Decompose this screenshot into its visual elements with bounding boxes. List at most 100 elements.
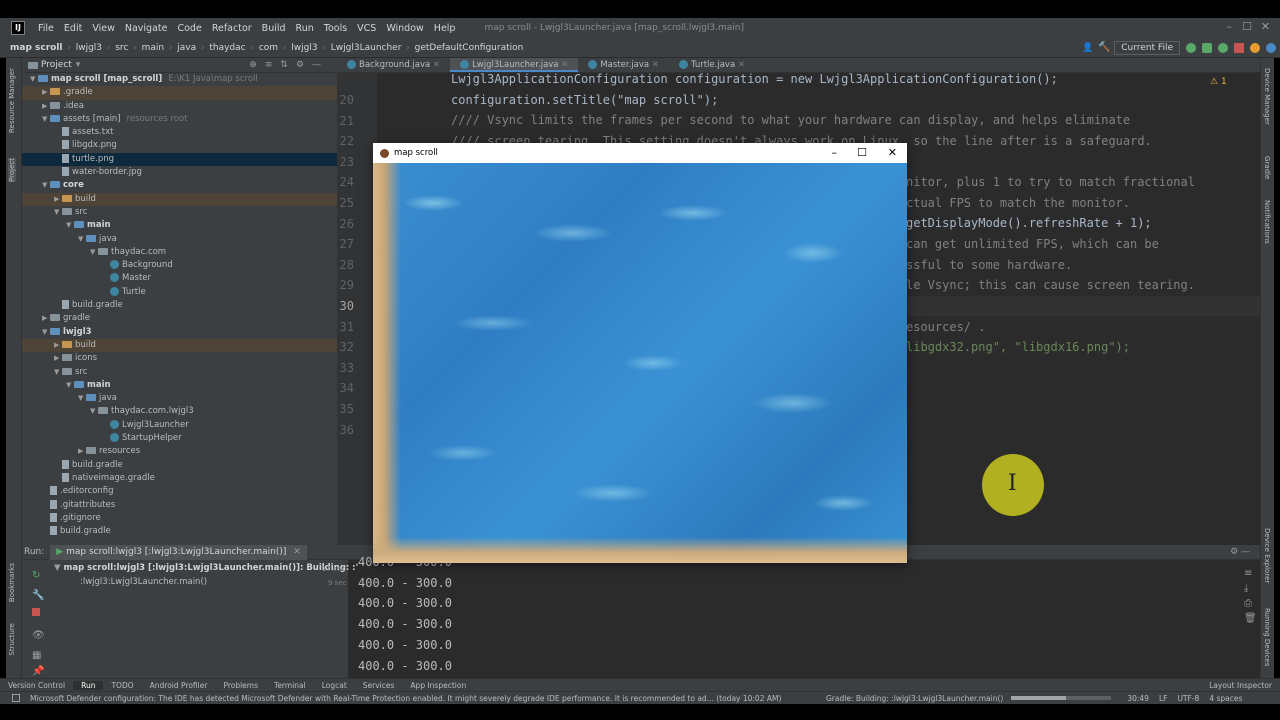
breadcrumb-item[interactable]: com — [257, 43, 280, 53]
tree-item[interactable]: build.gradle — [22, 525, 337, 538]
game-minimize-icon[interactable]: – — [832, 146, 838, 159]
tree-item[interactable]: ▼ src — [22, 206, 337, 219]
menu-item-help[interactable]: Help — [429, 23, 461, 34]
breadcrumb-item[interactable]: lwjgl3 — [74, 43, 104, 53]
breadcrumb-item[interactable]: lwjgl3 — [289, 43, 319, 53]
code-line[interactable]: le Vsync; this can cause screen tearing. — [906, 278, 1195, 292]
game-close-icon[interactable]: ✕ — [888, 146, 897, 159]
bookmarks-tab[interactable]: Bookmarks — [8, 563, 16, 602]
profile-icon[interactable] — [1218, 43, 1228, 53]
warning-indicator[interactable]: ⚠ 1 — [1210, 77, 1227, 87]
tree-item[interactable]: .editorconfig — [22, 485, 337, 498]
chevron-down-icon[interactable]: ▼ — [78, 392, 86, 405]
menu-item-run[interactable]: Run — [291, 23, 319, 34]
tree-item[interactable]: ▼ main — [22, 219, 337, 232]
tree-item[interactable]: .gitattributes — [22, 499, 337, 512]
console-line[interactable]: 400.0 - 300.0 — [358, 638, 452, 652]
tree-item[interactable]: water-border.jpg — [22, 166, 337, 179]
game-window-titlebar[interactable]: map scroll – ☐ ✕ — [373, 143, 907, 163]
tree-item[interactable]: build.gradle — [22, 299, 337, 312]
chevron-down-icon[interactable]: ▼ — [42, 179, 50, 192]
tree-item[interactable]: ▶ build — [22, 338, 337, 353]
close-run-tab-icon[interactable]: ✕ — [293, 547, 301, 557]
project-panel-actions[interactable]: ⊕≡⇅⚙— — [249, 60, 329, 70]
tool-tab-version-control[interactable]: Version Control — [0, 681, 73, 690]
tree-item[interactable]: ▶ icons — [22, 352, 337, 365]
chevron-down-icon[interactable]: ▼ — [54, 366, 62, 379]
breadcrumb-item[interactable]: thaydac — [207, 43, 247, 53]
tree-item[interactable]: assets.txt — [22, 126, 337, 139]
pin-icon[interactable]: 📌 — [32, 666, 44, 677]
tree-item[interactable]: libgdx.png — [22, 139, 337, 152]
menu-item-refactor[interactable]: Refactor — [207, 23, 257, 34]
maximize-icon[interactable]: ☐ — [1242, 20, 1252, 33]
chevron-right-icon[interactable]: ▶ — [42, 100, 50, 113]
menu-item-view[interactable]: View — [87, 23, 120, 34]
chevron-down-icon[interactable]: ▼ — [90, 246, 98, 259]
tree-item[interactable]: Master — [22, 272, 337, 285]
game-window[interactable]: map scroll – ☐ ✕ — [373, 143, 907, 563]
tree-item[interactable]: nativeimage.gradle — [22, 472, 337, 485]
menu-item-navigate[interactable]: Navigate — [120, 23, 173, 34]
tree-item[interactable]: ▼ src — [22, 366, 337, 379]
breadcrumb-item[interactable]: main — [140, 43, 167, 53]
tree-item[interactable]: ▶ build — [22, 192, 337, 206]
breadcrumb-item[interactable]: getDefaultConfiguration — [413, 43, 526, 53]
menu-item-window[interactable]: Window — [381, 23, 428, 34]
tree-item[interactable]: ▼ thaydac.com — [22, 246, 337, 259]
chevron-down-icon[interactable]: ▾ — [76, 60, 81, 70]
tree-item[interactable]: ▼ assets [main] resources root — [22, 113, 337, 126]
gradle-tab[interactable]: Gradle — [1263, 156, 1271, 179]
console-line[interactable]: 400.0 - 300.0 — [358, 659, 452, 673]
breadcrumb-item[interactable]: java — [175, 43, 198, 53]
breadcrumb-item[interactable]: src — [113, 43, 130, 53]
menu-item-vcs[interactable]: VCS — [352, 23, 381, 34]
tree-item[interactable]: ▶ gradle — [22, 312, 337, 325]
chevron-down-icon[interactable]: ▼ — [90, 405, 98, 418]
close-tab-icon[interactable]: ✕ — [430, 60, 440, 70]
code-line[interactable]: Lwjgl3ApplicationConfiguration configura… — [451, 72, 1058, 86]
chevron-down-icon[interactable]: ▼ — [66, 219, 74, 232]
run-panel-gear-icon[interactable]: ⚙ — — [1230, 547, 1250, 557]
breadcrumb-item[interactable]: Lwjgl3Launcher — [329, 43, 404, 53]
tree-item[interactable]: Background — [22, 259, 337, 272]
menu-item-code[interactable]: Code — [172, 23, 206, 34]
eye-icon[interactable]: 👁 — [32, 630, 45, 641]
code-line[interactable]: libgdx32.png", "libgdx16.png"); — [906, 340, 1130, 354]
editor-tab[interactable]: Background.java ✕ — [337, 58, 450, 72]
line-separator[interactable]: LF — [1159, 694, 1168, 703]
chevron-down-icon[interactable]: ▼ — [42, 113, 50, 126]
chevron-right-icon[interactable]: ▶ — [54, 352, 62, 365]
tool-tab-app-inspection[interactable]: App Inspection — [402, 681, 474, 690]
chevron-down-icon[interactable]: ▼ — [78, 233, 86, 246]
build-status[interactable]: Gradle: Building: :lwjgl3:Lwjgl3Launcher… — [826, 694, 1003, 703]
code-line[interactable]: configuration.setTitle("map scroll"); — [451, 93, 718, 107]
chevron-down-icon[interactable]: ▼ — [42, 326, 50, 339]
chevron-down-icon[interactable]: ▼ — [30, 73, 38, 86]
minimize-icon[interactable]: – — [1227, 20, 1233, 33]
file-encoding[interactable]: UTF-8 — [1177, 694, 1199, 703]
tool-tab-android-profiler[interactable]: Android Profiler — [142, 681, 216, 690]
close-tab-icon[interactable]: ✕ — [649, 60, 659, 70]
wrench-icon[interactable]: 🔧 — [32, 590, 44, 601]
tool-tab-run[interactable]: Run — [73, 680, 104, 690]
tool-tab-terminal[interactable]: Terminal — [266, 681, 314, 690]
tree-item[interactable]: ▼ main — [22, 379, 337, 392]
tree-item[interactable]: ▼ lwjgl3 — [22, 326, 337, 339]
tool-tab-logcat[interactable]: Logcat — [314, 681, 355, 690]
code-line[interactable]: getDisplayMode().refreshRate + 1); — [906, 216, 1152, 230]
console-actions[interactable]: ≡ ⤓ ⎙ 🗑 — [1244, 566, 1257, 626]
tree-item[interactable]: ▼ java — [22, 392, 337, 405]
code-line[interactable]: esources/ . — [906, 320, 985, 334]
tree-item[interactable]: Lwjgl3Launcher — [22, 419, 337, 432]
tree-item[interactable]: ▼ java — [22, 233, 337, 246]
game-maximize-icon[interactable]: ☐ — [857, 146, 867, 159]
stop-run-icon[interactable] — [32, 608, 40, 616]
running-devices-tab[interactable]: Running Devices — [1263, 608, 1271, 667]
rerun-icon[interactable] — [1186, 43, 1196, 53]
chevron-right-icon[interactable]: ▶ — [42, 312, 50, 325]
menu-item-build[interactable]: Build — [257, 23, 291, 34]
tool-tab-layout-inspector[interactable]: Layout Inspector — [1201, 681, 1280, 690]
device-explorer-tab[interactable]: Device Explorer — [1263, 528, 1271, 583]
run-tab[interactable]: ▶ map scroll:lwjgl3 [:lwjgl3:Lwjgl3Launc… — [50, 544, 307, 560]
